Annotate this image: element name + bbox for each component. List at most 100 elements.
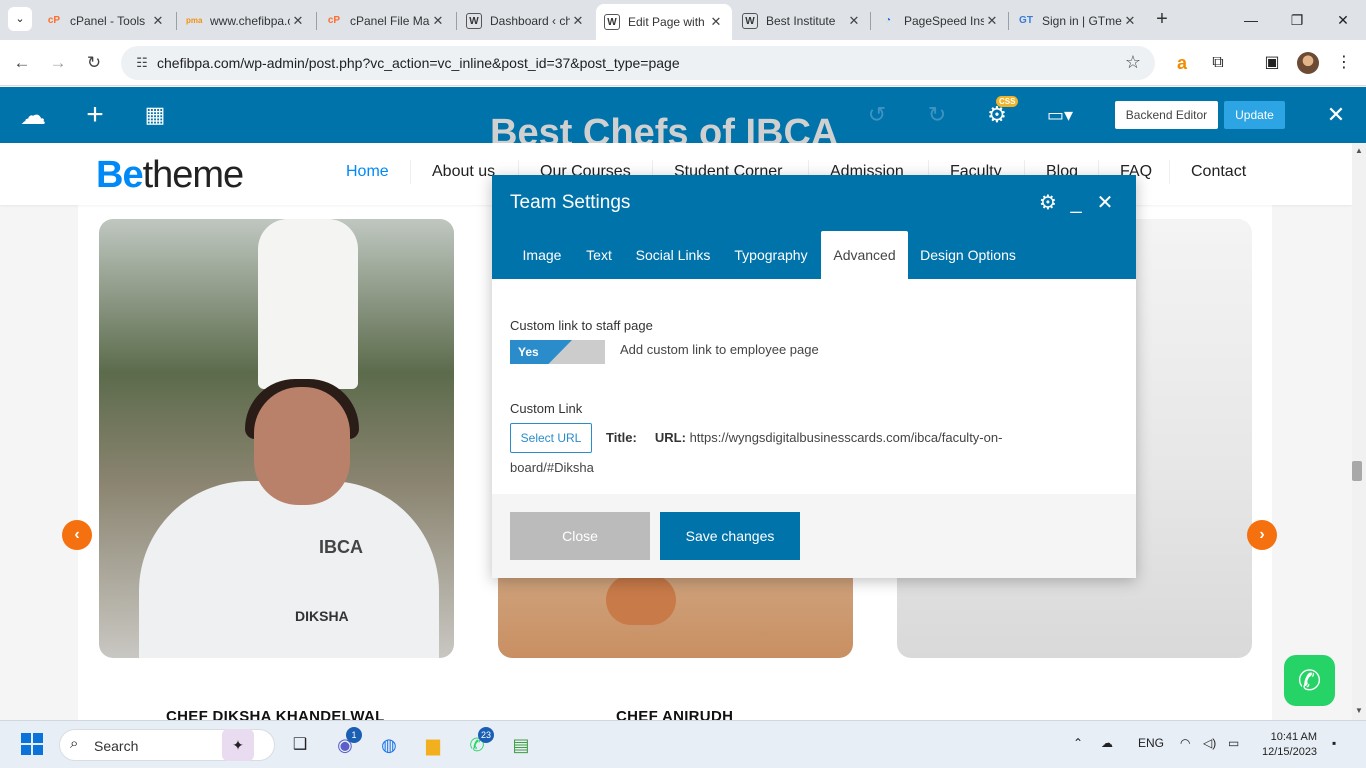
- notepad-icon[interactable]: ▤: [505, 729, 537, 761]
- tab-close-icon[interactable]: ✕: [846, 13, 862, 29]
- reload-icon[interactable]: ↻: [82, 51, 106, 75]
- back-arrow-icon[interactable]: ←: [10, 51, 34, 75]
- templates-icon[interactable]: ▦: [142, 101, 168, 129]
- cpanel-icon: cP: [47, 15, 61, 26]
- dialog-header: Team Settings ⚙ _ ✕ Image Text Social Li…: [492, 175, 1136, 279]
- tab-close-icon[interactable]: ✕: [150, 13, 166, 29]
- backend-editor-button[interactable]: Backend Editor: [1115, 101, 1218, 129]
- address-bar[interactable]: ☷ chefibpa.com/wp-admin/post.php?vc_acti…: [121, 46, 1155, 80]
- tab-title: Best Institute: [766, 14, 836, 28]
- restore-window-button[interactable]: ❐: [1274, 0, 1320, 40]
- tab-close-icon[interactable]: ✕: [708, 14, 724, 30]
- tab-design-options[interactable]: Design Options: [918, 231, 1018, 279]
- file-explorer-icon[interactable]: ▆: [417, 729, 449, 761]
- cpanel-icon: cP: [327, 15, 341, 26]
- update-button[interactable]: Update: [1224, 101, 1285, 129]
- close-window-button[interactable]: ✕: [1320, 0, 1366, 40]
- browser-tab-active[interactable]: W Edit Page with WPBakery ✕: [596, 4, 732, 40]
- task-view-icon[interactable]: ❑: [284, 729, 316, 761]
- tab-advanced[interactable]: Advanced: [821, 231, 908, 279]
- tab-social-links[interactable]: Social Links: [632, 231, 714, 279]
- close-button[interactable]: Close: [510, 512, 650, 560]
- wifi-icon[interactable]: ◠: [1180, 736, 1190, 750]
- browser-tab[interactable]: cP cPanel - Tools ✕: [38, 6, 174, 36]
- tab-image[interactable]: Image: [510, 231, 574, 279]
- browser-tab[interactable]: ◔ PageSpeed Insights ✕: [872, 6, 1008, 36]
- amazon-extension-icon[interactable]: a: [1170, 51, 1194, 75]
- widgets-icon[interactable]: ✦: [222, 729, 254, 761]
- pagespeed-icon: ◔: [884, 15, 892, 26]
- scrollbar-thumb[interactable]: [1352, 461, 1362, 481]
- tab-close-icon[interactable]: ✕: [1122, 13, 1138, 29]
- tab-close-icon[interactable]: ✕: [290, 13, 306, 29]
- tab-title: cPanel File Manager: [350, 14, 430, 28]
- browser-tab[interactable]: GT Sign in | GTmetrix ✕: [1010, 6, 1146, 36]
- side-panel-icon[interactable]: ▣: [1260, 51, 1284, 75]
- chef-photo: IBCA DIKSHA: [99, 219, 454, 658]
- tab-typography[interactable]: Typography: [728, 231, 814, 279]
- onedrive-icon[interactable]: ☁: [1101, 736, 1113, 750]
- tab-close-icon[interactable]: ✕: [570, 13, 586, 29]
- undo-icon[interactable]: ↺: [864, 101, 890, 129]
- tab-close-icon[interactable]: ✕: [984, 13, 1000, 29]
- responsive-view-icon[interactable]: ▭▾: [1042, 101, 1078, 129]
- volume-icon[interactable]: ◁): [1203, 736, 1216, 750]
- scroll-down-arrow-icon[interactable]: ▼: [1352, 706, 1366, 715]
- add-element-icon[interactable]: +: [82, 100, 108, 130]
- whatsapp-badge: 23: [478, 727, 494, 743]
- dialog-close-icon[interactable]: ✕: [1093, 191, 1117, 215]
- extensions-puzzle-icon[interactable]: ⧉: [1206, 51, 1230, 75]
- chrome-icon[interactable]: ◍: [373, 729, 405, 761]
- custom-link-toggle-label: Custom link to staff page: [510, 318, 653, 333]
- browser-tab[interactable]: cP cPanel File Manager ✕: [318, 6, 454, 36]
- phpmyadmin-icon: pma: [186, 16, 203, 25]
- dialog-minimize-icon[interactable]: _: [1064, 191, 1088, 215]
- site-settings-icon[interactable]: ☷: [133, 54, 151, 72]
- close-editor-icon[interactable]: ✕: [1323, 101, 1349, 129]
- tab-close-icon[interactable]: ✕: [430, 13, 446, 29]
- wordpress-icon: W: [466, 13, 482, 29]
- custom-link-description: Add custom link to employee page: [620, 342, 819, 357]
- battery-icon[interactable]: ▭: [1228, 736, 1239, 750]
- profile-avatar[interactable]: [1297, 52, 1319, 74]
- tab-title: PageSpeed Insights: [904, 14, 984, 28]
- language-indicator[interactable]: ENG: [1138, 736, 1164, 750]
- clock[interactable]: 10:41 AM 12/15/2023: [1262, 730, 1317, 760]
- redo-icon[interactable]: ↻: [924, 101, 950, 129]
- select-url-button[interactable]: Select URL: [510, 423, 592, 453]
- browser-tab[interactable]: W Best Institute ✕: [734, 6, 870, 36]
- site-logo[interactable]: Betheme: [96, 154, 244, 197]
- new-tab-button[interactable]: +: [1152, 8, 1172, 32]
- tab-title: Edit Page with WPBakery: [628, 15, 708, 29]
- minimize-window-button[interactable]: —: [1228, 0, 1274, 40]
- nav-about[interactable]: About us: [432, 163, 495, 181]
- save-changes-button[interactable]: Save changes: [660, 512, 800, 560]
- carousel-next-arrow-icon[interactable]: ›: [1247, 520, 1277, 550]
- page-scrollbar[interactable]: [1352, 143, 1366, 720]
- wpbakery-logo-icon[interactable]: ☁: [14, 101, 52, 129]
- css-badge: CSS: [996, 96, 1019, 107]
- browser-menu-icon[interactable]: ⋮: [1332, 51, 1356, 75]
- start-button[interactable]: [21, 733, 43, 755]
- tab-text[interactable]: Text: [581, 231, 617, 279]
- search-icon: ⌕: [70, 735, 79, 752]
- browser-tab[interactable]: pma www.chefibpa.com ✕: [178, 6, 314, 36]
- bookmark-star-icon[interactable]: ☆: [1125, 52, 1141, 73]
- nav-contact[interactable]: Contact: [1191, 163, 1246, 181]
- dialog-settings-gear-icon[interactable]: ⚙: [1036, 191, 1060, 215]
- tray-overflow-icon[interactable]: ⌃: [1073, 736, 1083, 750]
- notifications-icon[interactable]: ▪: [1332, 736, 1336, 750]
- dialog-footer: Close Save changes: [492, 494, 1136, 578]
- browser-tab[interactable]: W Dashboard ‹ chefibpa ✕: [458, 6, 594, 36]
- forward-arrow-icon[interactable]: →: [46, 51, 70, 75]
- nav-home[interactable]: Home: [346, 163, 389, 181]
- tab-search-button[interactable]: ⌄: [8, 7, 32, 31]
- team-settings-dialog: Team Settings ⚙ _ ✕ Image Text Social Li…: [492, 175, 1136, 578]
- custom-link-toggle[interactable]: Yes: [510, 340, 605, 364]
- carousel-prev-arrow-icon[interactable]: ‹: [62, 520, 92, 550]
- scroll-up-arrow-icon[interactable]: ▲: [1352, 146, 1366, 155]
- address-url[interactable]: chefibpa.com/wp-admin/post.php?vc_action…: [157, 55, 680, 71]
- browser-toolbar: ← → ↻ ☷ chefibpa.com/wp-admin/post.php?v…: [0, 40, 1366, 86]
- custom-link-field-label: Custom Link: [510, 401, 583, 416]
- whatsapp-chat-icon[interactable]: ✆: [1284, 655, 1335, 706]
